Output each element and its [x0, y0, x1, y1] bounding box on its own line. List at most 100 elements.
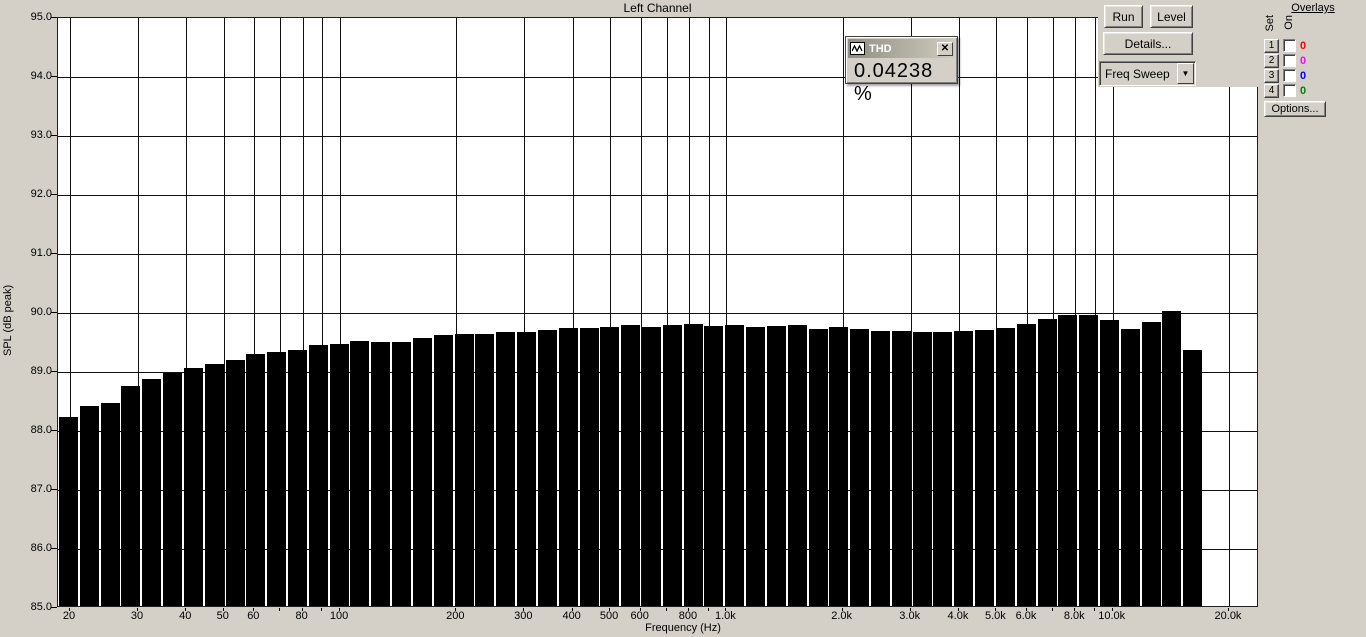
spl-bar — [1162, 311, 1182, 606]
spl-bar — [59, 417, 78, 606]
spl-bar — [79, 406, 99, 606]
x-axis-tick — [321, 608, 323, 611]
x-tick-label: 500 — [599, 610, 619, 622]
spl-bar — [225, 359, 245, 606]
y-tick-label: 87.0 — [30, 483, 52, 495]
spl-bar — [600, 326, 620, 606]
y-tick-label: 92.0 — [30, 188, 52, 200]
x-axis-tick — [1051, 608, 1053, 611]
thd-window-title: THD — [869, 42, 892, 55]
y-tick-label: 91.0 — [30, 247, 52, 259]
spl-bar — [558, 328, 578, 606]
spl-bar — [1058, 315, 1078, 606]
mode-dropdown-value: Freq Sweep — [1105, 66, 1170, 81]
spl-bar — [725, 325, 745, 606]
spl-bar — [1016, 323, 1036, 606]
x-axis-tick — [279, 608, 281, 611]
spl-bar — [475, 334, 495, 606]
spl-bar — [142, 379, 162, 606]
overlay-set-4-button[interactable]: 4 — [1264, 83, 1279, 98]
overlays-header: Overlays — [1291, 2, 1335, 14]
spl-bar — [829, 327, 849, 606]
x-axis-tick — [665, 608, 667, 611]
x-tick-label: 5.0k — [984, 610, 1006, 622]
x-tick-label: 60 — [247, 610, 260, 622]
overlay-on-1-checkbox[interactable] — [1283, 39, 1296, 52]
spl-bar — [683, 324, 703, 606]
spl-bar — [975, 330, 995, 606]
spl-bar — [100, 403, 120, 606]
spl-bar — [433, 335, 453, 606]
y-tick-label: 88.0 — [30, 424, 52, 436]
gridline-horizontal — [58, 254, 1257, 255]
x-tick-label: 20.0k — [1214, 610, 1242, 622]
x-tick-label: 100 — [329, 610, 349, 622]
overlay-row-2: 2 0 — [1264, 53, 1364, 68]
details-button[interactable]: Details... — [1103, 32, 1193, 55]
thd-value: 0.04238 % — [854, 60, 934, 105]
overlay-count-4: 0 — [1300, 84, 1307, 97]
spl-bar — [870, 330, 890, 606]
overlay-on-3-checkbox[interactable] — [1283, 69, 1296, 82]
overlay-on-2-checkbox[interactable] — [1283, 54, 1296, 67]
chart-title: Left Channel — [623, 1, 692, 15]
thd-window: THD ✕ 0.04238 % — [845, 36, 958, 105]
plot-area — [57, 17, 1258, 607]
run-button[interactable]: Run — [1104, 5, 1143, 28]
x-tick-label: 800 — [678, 610, 698, 622]
y-tick-label: 90.0 — [30, 306, 52, 318]
overlay-set-1-button[interactable]: 1 — [1264, 38, 1279, 53]
x-tick-label: 80 — [295, 610, 308, 622]
overlay-count-3: 0 — [1300, 69, 1307, 82]
spl-bar — [517, 331, 537, 606]
overlay-count-1: 0 — [1300, 39, 1307, 52]
spl-bar — [392, 341, 412, 606]
spl-bar — [267, 351, 287, 606]
spl-bar — [496, 331, 516, 606]
x-tick-label: 40 — [179, 610, 192, 622]
gridline-horizontal — [58, 313, 1257, 314]
overlay-row-3: 3 0 — [1264, 68, 1364, 83]
spl-bar — [704, 325, 724, 606]
spl-bar — [850, 328, 870, 606]
waveform-icon — [850, 42, 865, 55]
chevron-down-icon[interactable]: ▼ — [1177, 63, 1194, 84]
x-tick-label: 600 — [630, 610, 649, 622]
spl-bar — [1079, 315, 1099, 606]
overlay-row-1: 1 0 — [1264, 38, 1364, 53]
x-tick-label: 200 — [446, 610, 465, 622]
spl-bar — [954, 331, 974, 606]
y-tick-label: 93.0 — [30, 129, 52, 141]
overlays-on-column-label: On — [1283, 15, 1295, 30]
mode-dropdown[interactable]: Freq Sweep ▼ — [1099, 61, 1196, 86]
x-tick-label: 50 — [216, 610, 229, 622]
y-tick-label: 85.0 — [30, 601, 52, 613]
gridline-horizontal — [58, 136, 1257, 137]
x-tick-label: 3.0k — [899, 610, 921, 622]
overlay-set-3-button[interactable]: 3 — [1264, 68, 1279, 83]
overlay-set-2-button[interactable]: 2 — [1264, 53, 1279, 68]
spl-bar — [912, 332, 932, 606]
overlay-on-4-checkbox[interactable] — [1283, 84, 1296, 97]
level-button[interactable]: Level — [1150, 5, 1193, 28]
spl-bar — [579, 328, 599, 606]
thd-titlebar[interactable]: THD ✕ — [848, 39, 955, 58]
x-tick-label: 20 — [62, 610, 76, 622]
spl-bar — [371, 341, 391, 606]
spl-bar — [1183, 350, 1203, 606]
x-axis-title: Frequency (Hz) — [645, 622, 721, 634]
x-tick-label: 4.0k — [947, 610, 969, 622]
close-icon[interactable]: ✕ — [937, 41, 953, 56]
spl-bar — [1120, 328, 1140, 606]
overlays-sidebar: Overlays Set On 1 0 2 0 3 0 4 0 — [1258, 0, 1366, 637]
spl-bar — [766, 325, 786, 606]
x-tick-label: 8.0k — [1063, 610, 1085, 622]
spl-bar — [246, 354, 266, 606]
y-tick-label: 89.0 — [30, 365, 52, 377]
options-button[interactable]: Options... — [1264, 101, 1326, 117]
x-tick-label: 30 — [130, 610, 144, 622]
spl-bar — [121, 385, 141, 606]
spl-bar — [662, 324, 682, 606]
spl-bar — [454, 333, 474, 606]
spl-bar — [746, 326, 766, 606]
